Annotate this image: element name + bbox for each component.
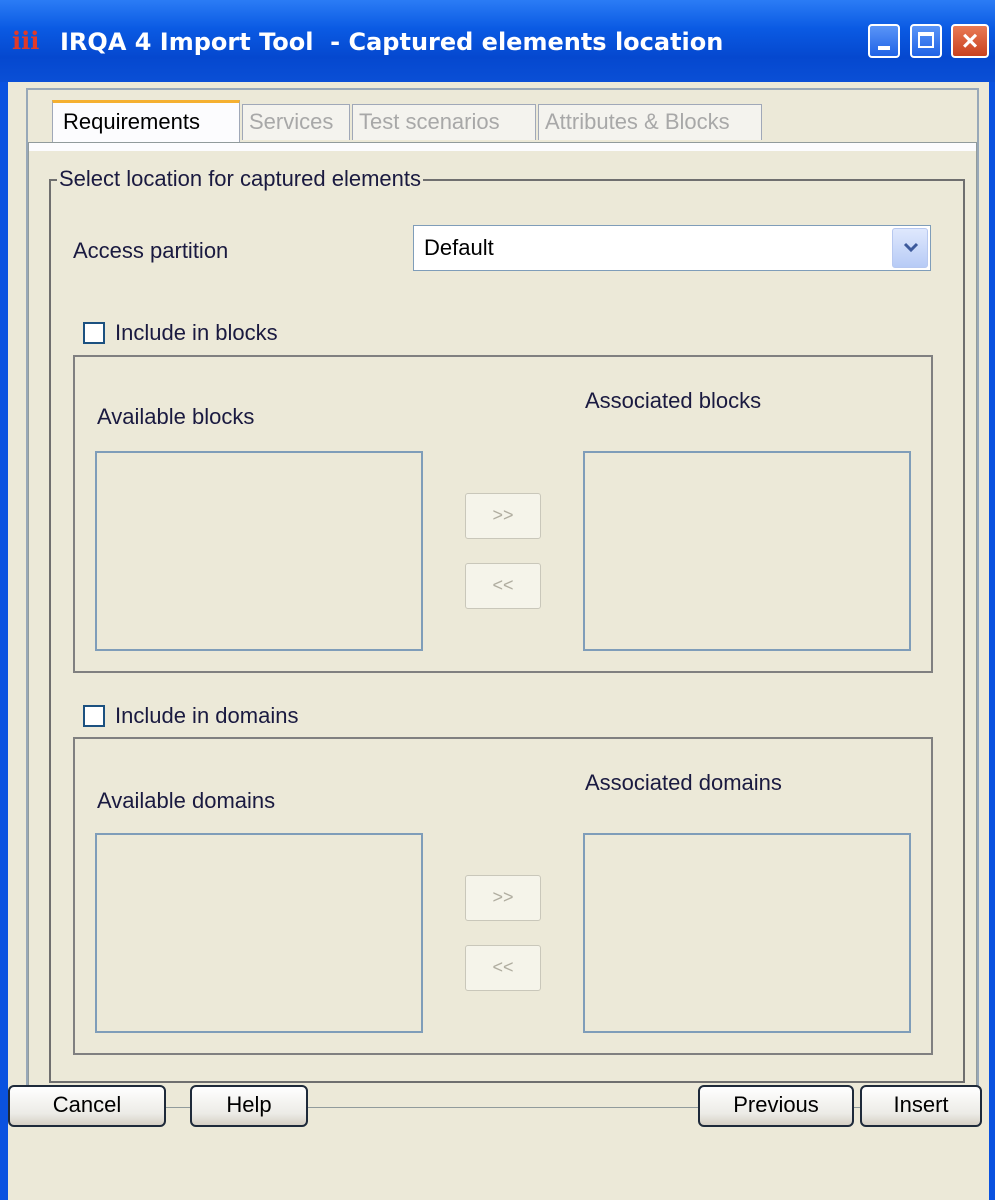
tab-services[interactable]: Services <box>242 104 350 140</box>
tab-test-scenarios[interactable]: Test scenarios <box>352 104 536 140</box>
import-tool-window: iii IRQA 4 Import Tool - Captured elemen… <box>0 0 995 1200</box>
close-button[interactable]: × <box>951 24 989 58</box>
tab-requirements[interactable]: Requirements <box>52 100 240 142</box>
maximize-icon <box>918 32 934 48</box>
dropdown-button[interactable] <box>892 228 928 268</box>
associated-domains-label: Associated domains <box>585 770 782 795</box>
associated-blocks-list[interactable] <box>583 451 911 651</box>
available-blocks-list[interactable] <box>95 451 423 651</box>
tab-attributes-blocks[interactable]: Attributes & Blocks <box>538 104 762 140</box>
include-in-blocks-checkbox[interactable] <box>83 322 105 344</box>
window-title: IRQA 4 Import Tool - Captured elements l… <box>60 28 724 56</box>
group-title: Select location for captured elements <box>57 165 423 193</box>
requirements-tab-panel: Select location for captured elements Ac… <box>28 142 977 1108</box>
include-in-domains-label: Include in domains <box>115 703 299 728</box>
close-icon: × <box>961 25 979 56</box>
cancel-button[interactable]: Cancel <box>8 1085 166 1127</box>
panel-top-edge <box>29 143 976 151</box>
available-blocks-label: Available blocks <box>97 404 255 429</box>
domains-panel: Available domains Associated domains >> … <box>73 737 933 1055</box>
minimize-icon <box>878 46 890 50</box>
associated-blocks-label: Associated blocks <box>585 388 762 413</box>
available-domains-list[interactable] <box>95 833 423 1033</box>
access-partition-dropdown[interactable]: Default <box>413 225 931 271</box>
access-partition-value: Default <box>424 235 494 260</box>
add-block-button[interactable]: >> <box>465 493 541 539</box>
title-bar[interactable]: iii IRQA 4 Import Tool - Captured elemen… <box>0 0 995 82</box>
content-frame: Requirements Services Test scenarios Att… <box>26 88 979 1108</box>
blocks-panel: Available blocks Associated blocks >> << <box>73 355 933 673</box>
previous-button[interactable]: Previous <box>698 1085 854 1127</box>
add-domain-button[interactable]: >> <box>465 875 541 921</box>
available-domains-label: Available domains <box>97 788 276 813</box>
include-in-blocks-label: Include in blocks <box>115 320 278 345</box>
irqa-app-icon: iii <box>12 26 40 55</box>
access-partition-label: Access partition <box>73 238 229 263</box>
help-button[interactable]: Help <box>190 1085 308 1127</box>
insert-button[interactable]: Insert <box>860 1085 982 1127</box>
maximize-button[interactable] <box>910 24 942 58</box>
dialog-body: Requirements Services Test scenarios Att… <box>8 82 989 1200</box>
location-group: Select location for captured elements Ac… <box>49 165 965 1083</box>
include-in-domains-checkbox[interactable] <box>83 705 105 727</box>
remove-block-button[interactable]: << <box>465 563 541 609</box>
minimize-button[interactable] <box>868 24 900 58</box>
associated-domains-list[interactable] <box>583 833 911 1033</box>
chevron-down-icon <box>903 242 919 253</box>
remove-domain-button[interactable]: << <box>465 945 541 991</box>
